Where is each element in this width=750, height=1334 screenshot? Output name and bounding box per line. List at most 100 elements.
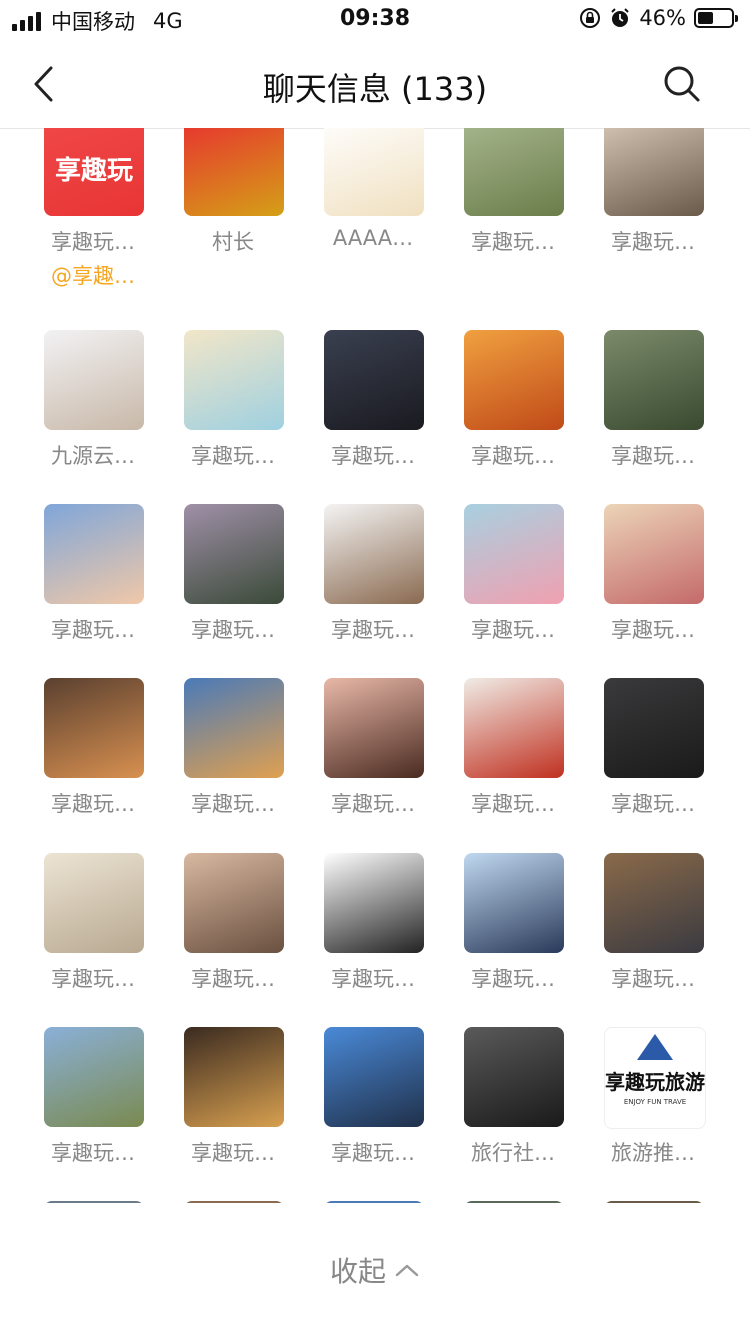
- member-avatar-partial[interactable]: [44, 1201, 144, 1203]
- member-avatar: [324, 128, 424, 216]
- member-name: AAAA…: [332, 226, 414, 250]
- member-avatar-partial[interactable]: [324, 1201, 424, 1203]
- member-name: 旅游推…: [611, 1141, 695, 1165]
- member-item[interactable]: 享趣玩旅游 ENJOY FUN TRAVE 旅游推…: [604, 1027, 714, 1197]
- avatar-logo-text: 享趣玩: [54, 156, 133, 186]
- member-name: 享趣玩…: [51, 792, 135, 816]
- member-avatar: [604, 853, 704, 953]
- member-name: 享趣玩…: [611, 618, 695, 642]
- member-avatar-partial[interactable]: [464, 1201, 564, 1203]
- member-item[interactable]: 享趣玩…: [324, 504, 434, 674]
- member-item[interactable]: 享趣玩…: [184, 1027, 294, 1197]
- page-title: 聊天信息 (133): [262, 70, 488, 108]
- chevron-up-icon: [395, 1264, 419, 1277]
- member-item[interactable]: 享趣玩享趣玩… @享趣…: [44, 128, 154, 298]
- member-name: 旅行社…: [471, 1141, 555, 1165]
- member-item[interactable]: 旅行社…: [464, 1027, 574, 1197]
- member-name: 享趣玩…: [51, 230, 135, 254]
- member-name: 享趣玩…: [51, 967, 135, 991]
- member-item[interactable]: 享趣玩…: [44, 678, 154, 848]
- member-avatar: [324, 1027, 424, 1127]
- member-mention-tag: @享趣…: [51, 264, 135, 288]
- member-name: 享趣玩…: [471, 618, 555, 642]
- member-item[interactable]: 享趣玩…: [324, 1027, 434, 1197]
- member-avatar: [604, 678, 704, 778]
- member-avatar: [604, 330, 704, 430]
- member-name: 享趣玩…: [331, 618, 415, 642]
- collapse-label: 收起: [329, 1255, 386, 1288]
- member-name: 享趣玩…: [331, 444, 415, 468]
- member-item[interactable]: 享趣玩…: [44, 504, 154, 674]
- member-item[interactable]: 享趣玩…: [464, 504, 574, 674]
- search-button[interactable]: [662, 64, 702, 104]
- member-avatar: [184, 330, 284, 430]
- nav-bar: 聊天信息 (133): [0, 40, 750, 129]
- member-item[interactable]: 享趣玩…: [184, 504, 294, 674]
- member-name: 享趣玩…: [191, 1141, 275, 1165]
- member-item[interactable]: 九源云…: [44, 330, 154, 500]
- member-name: 享趣玩…: [611, 230, 695, 254]
- member-avatar: [44, 330, 144, 430]
- member-avatar: [184, 1027, 284, 1127]
- member-avatar: [464, 330, 564, 430]
- member-avatar: [324, 678, 424, 778]
- member-name: 享趣玩…: [331, 967, 415, 991]
- member-name: 享趣玩…: [471, 444, 555, 468]
- member-item[interactable]: 村长: [184, 128, 294, 298]
- member-item[interactable]: 享趣玩…: [464, 678, 574, 848]
- member-item[interactable]: 享趣玩…: [184, 678, 294, 848]
- member-name: 村长: [212, 230, 254, 254]
- status-bar: 中国移动 4G 09:38 46%: [0, 0, 750, 40]
- member-avatar: [44, 1027, 144, 1127]
- member-avatar: [44, 678, 144, 778]
- orientation-lock-icon: [580, 8, 601, 28]
- member-avatar: [324, 853, 424, 953]
- member-avatar: [604, 504, 704, 604]
- member-avatar: [44, 504, 144, 604]
- member-item[interactable]: 享趣玩…: [604, 128, 714, 298]
- member-avatar: [464, 1027, 564, 1127]
- member-name: 享趣玩…: [611, 444, 695, 468]
- battery-level: [698, 12, 713, 24]
- member-item[interactable]: 享趣玩…: [464, 330, 574, 500]
- member-name: 享趣玩…: [331, 1141, 415, 1165]
- member-item[interactable]: 享趣玩…: [324, 678, 434, 848]
- member-name: 享趣玩…: [191, 792, 275, 816]
- member-item[interactable]: 享趣玩…: [184, 853, 294, 1023]
- alarm-icon: [611, 8, 630, 27]
- member-item[interactable]: 享趣玩…: [44, 853, 154, 1023]
- member-avatar: [464, 128, 564, 216]
- collapse-button[interactable]: 收起: [0, 1240, 750, 1300]
- member-name: 享趣玩…: [191, 444, 275, 468]
- member-name: 享趣玩…: [471, 792, 555, 816]
- member-avatar: [464, 853, 564, 953]
- member-item[interactable]: 享趣玩…: [464, 853, 574, 1023]
- member-name: 享趣玩…: [611, 967, 695, 991]
- member-item[interactable]: 享趣玩…: [44, 1027, 154, 1197]
- status-bar-right: 46%: [579, 6, 738, 30]
- member-avatar: [184, 853, 284, 953]
- member-avatar-partial[interactable]: [184, 1201, 284, 1203]
- member-item[interactable]: 享趣玩…: [324, 853, 434, 1023]
- member-avatar: [184, 678, 284, 778]
- mountain-logo-icon: [637, 1034, 673, 1060]
- battery-percent: 46%: [639, 6, 686, 30]
- member-avatar: [324, 504, 424, 604]
- member-item[interactable]: 享趣玩…: [604, 853, 714, 1023]
- battery-icon: [694, 8, 738, 28]
- member-name: 享趣玩…: [51, 618, 135, 642]
- member-avatar-partial[interactable]: [604, 1201, 704, 1203]
- member-name: 享趣玩…: [191, 618, 275, 642]
- member-item[interactable]: 享趣玩…: [604, 678, 714, 848]
- member-item[interactable]: 享趣玩…: [324, 330, 434, 500]
- member-item[interactable]: 享趣玩…: [184, 330, 294, 500]
- member-item[interactable]: 享趣玩…: [604, 504, 714, 674]
- member-item[interactable]: 享趣玩…: [464, 128, 574, 298]
- member-item[interactable]: AAAA…: [324, 128, 434, 298]
- member-avatar: [464, 678, 564, 778]
- member-avatar: [464, 504, 564, 604]
- member-name: 享趣玩…: [471, 967, 555, 991]
- member-item[interactable]: 享趣玩…: [604, 330, 714, 500]
- member-name: 享趣玩…: [471, 230, 555, 254]
- member-avatar: [184, 128, 284, 216]
